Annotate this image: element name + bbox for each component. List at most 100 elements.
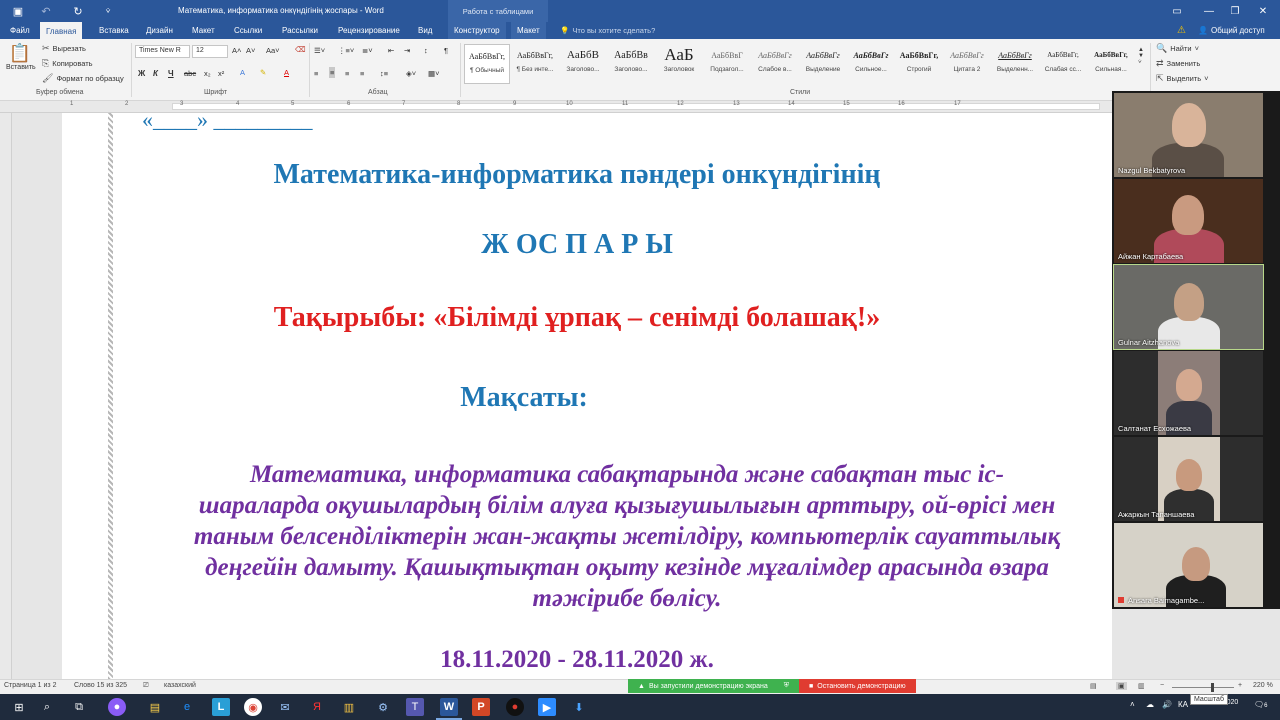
customize-quick-access-icon[interactable]: ⩒: [100, 3, 116, 19]
stop-share-button[interactable]: ■ Остановить демонстрацию: [799, 679, 916, 693]
style-subtle-reference[interactable]: АаБбВвГг, Слабая сс...: [1040, 44, 1086, 84]
zoom-slider[interactable]: [1172, 687, 1234, 688]
style-title[interactable]: АаБ Заголовок: [656, 44, 702, 84]
borders-icon[interactable]: ▦˅: [428, 69, 439, 78]
participant-tile[interactable]: Nazgul Bekbatyrova: [1114, 93, 1263, 177]
styles-scroll-icon[interactable]: ▲ ▼ ⩒: [1138, 47, 1144, 66]
style-heading-2[interactable]: АаБбВв Заголово...: [608, 44, 654, 84]
cut-button[interactable]: ✂ Вырезать: [42, 43, 86, 54]
select-button[interactable]: ⇱ Выделить ˅: [1156, 73, 1209, 84]
style-no-spacing[interactable]: АаБбВвГг, ¶ Без инте...: [512, 44, 558, 84]
tell-me-search[interactable]: 💡 Что вы хотите сделать?: [560, 22, 655, 39]
folder-icon[interactable]: ▥: [340, 698, 358, 716]
line-spacing-icon[interactable]: ↕≡: [380, 69, 388, 78]
bold-button[interactable]: Ж: [138, 69, 145, 78]
teams-icon[interactable]: T: [406, 698, 424, 716]
search-icon[interactable]: ⌕: [38, 698, 56, 716]
powerpoint-icon[interactable]: P: [472, 698, 490, 716]
format-painter-button[interactable]: 🖌 Формат по образцу: [42, 73, 124, 84]
align-center-icon[interactable]: ≡: [329, 67, 336, 78]
share-button[interactable]: 👤 Общий доступ: [1198, 22, 1265, 39]
tab-table-design[interactable]: Конструктор: [448, 22, 506, 39]
zoom-out-icon[interactable]: −: [1160, 682, 1164, 689]
task-view-icon[interactable]: ⧉: [70, 698, 88, 716]
mail-icon[interactable]: ✉: [276, 698, 294, 716]
record-icon[interactable]: ●: [506, 698, 524, 716]
tab-mailings[interactable]: Рассылки: [276, 22, 324, 39]
proofing-icon[interactable]: ⎚: [143, 682, 149, 690]
word-count[interactable]: Слово 15 из 325: [74, 682, 127, 689]
document-page[interactable]: «____» _________ Математика-информатика …: [62, 113, 1112, 679]
font-family-select[interactable]: Times New R: [135, 45, 190, 58]
decrease-indent-icon[interactable]: ⇤: [388, 46, 394, 55]
save-icon[interactable]: ▣: [10, 3, 26, 19]
bullets-icon[interactable]: ☰˅: [314, 46, 325, 55]
participant-tile[interactable]: Ажаркын Тапаншаева: [1114, 437, 1263, 521]
participant-tile[interactable]: Gulnar Aitzhanova: [1113, 264, 1264, 350]
zoom-level[interactable]: 220 %: [1253, 682, 1273, 689]
superscript-icon[interactable]: x²: [218, 69, 224, 78]
numbering-icon[interactable]: ⋮≡˅: [338, 46, 354, 55]
settings-icon[interactable]: ⚙: [374, 698, 392, 716]
find-button[interactable]: 🔍 Найти ˅: [1156, 43, 1199, 54]
page-indicator[interactable]: Страница 1 из 2: [4, 682, 56, 689]
style-intense-reference[interactable]: АаБбВвГг, Сильная...: [1088, 44, 1134, 84]
tab-review[interactable]: Рецензирование: [332, 22, 406, 39]
increase-indent-icon[interactable]: ⇥: [404, 46, 410, 55]
cloud-icon[interactable]: ☁: [1146, 700, 1154, 709]
style-normal[interactable]: АаБбВвГг, ¶ Обычный: [464, 44, 510, 84]
style-strong[interactable]: АаБбВвГг, Строгий: [896, 44, 942, 84]
participant-tile[interactable]: Айжан Картабаева: [1114, 179, 1263, 263]
tab-table-layout[interactable]: Макет: [511, 22, 546, 39]
warning-icon[interactable]: ⚠: [1177, 25, 1188, 36]
italic-button[interactable]: К: [153, 69, 158, 78]
justify-icon[interactable]: ≡: [360, 69, 364, 78]
font-size-select[interactable]: 12: [192, 45, 228, 58]
copy-button[interactable]: ⎘ Копировать: [42, 58, 93, 69]
tab-design[interactable]: Дизайн: [140, 22, 179, 39]
tab-home[interactable]: Главная: [40, 22, 83, 39]
multilevel-list-icon[interactable]: ≣˅: [362, 46, 373, 55]
style-quote-2[interactable]: АаБбВвГг Цитата 2: [944, 44, 990, 84]
edge-icon[interactable]: e: [178, 698, 196, 716]
horizontal-ruler[interactable]: 1 2 3 4 5 6 7 8 9 10 11 12 13 14 15 16 1…: [0, 101, 1112, 113]
close-icon[interactable]: ✕: [1246, 0, 1280, 22]
paste-button[interactable]: 📋 Вставить: [6, 43, 36, 83]
show-marks-icon[interactable]: ¶: [444, 46, 448, 55]
notifications-icon[interactable]: 🗨6: [1254, 700, 1268, 709]
chrome-icon[interactable]: ◉: [244, 698, 262, 716]
shading-icon[interactable]: ◈˅: [406, 69, 416, 78]
zoom-icon[interactable]: ▶: [538, 698, 556, 716]
download-icon[interactable]: ⬇: [570, 698, 588, 716]
read-mode-icon[interactable]: ▤: [1090, 682, 1097, 690]
redo-icon[interactable]: ↻: [70, 3, 86, 19]
align-right-icon[interactable]: ≡: [345, 69, 349, 78]
vertical-ruler[interactable]: [0, 113, 12, 679]
align-left-icon[interactable]: ≡: [314, 69, 318, 78]
web-layout-icon[interactable]: ▥: [1138, 682, 1145, 690]
volume-icon[interactable]: 🔊: [1162, 700, 1172, 709]
zoom-in-icon[interactable]: +: [1238, 682, 1242, 689]
subscript-icon[interactable]: x₂: [204, 69, 211, 78]
sort-icon[interactable]: ↕: [424, 46, 428, 55]
app-l-icon[interactable]: L: [212, 698, 230, 716]
language-indicator[interactable]: казахский: [164, 682, 196, 689]
text-effects-icon[interactable]: A: [240, 68, 245, 77]
change-case-icon[interactable]: Aa˅: [266, 46, 280, 55]
tab-layout[interactable]: Макет: [186, 22, 221, 39]
style-intense-quote[interactable]: АаБбВвГг Выделенн...: [992, 44, 1038, 84]
app-icon[interactable]: ●: [108, 698, 126, 716]
style-subtitle[interactable]: АаБбВвГ Подзагол...: [704, 44, 750, 84]
underline-button[interactable]: Ч: [168, 69, 174, 78]
tab-insert[interactable]: Вставка: [93, 22, 135, 39]
style-intense-emphasis[interactable]: АаБбВвГг Сильное...: [848, 44, 894, 84]
undo-icon[interactable]: ↶: [38, 3, 54, 19]
yandex-icon[interactable]: Я: [308, 698, 326, 716]
tab-view[interactable]: Вид: [412, 22, 438, 39]
tray-overflow-icon[interactable]: ˄: [1130, 700, 1135, 709]
shrink-font-icon[interactable]: A˅: [246, 46, 255, 55]
ribbon-display-options-icon[interactable]: ▭: [1160, 0, 1194, 22]
word-icon[interactable]: W: [440, 698, 458, 716]
style-subtle-emphasis[interactable]: АаБбВвГг Слабое в...: [752, 44, 798, 84]
tab-file[interactable]: Файл: [4, 22, 36, 39]
